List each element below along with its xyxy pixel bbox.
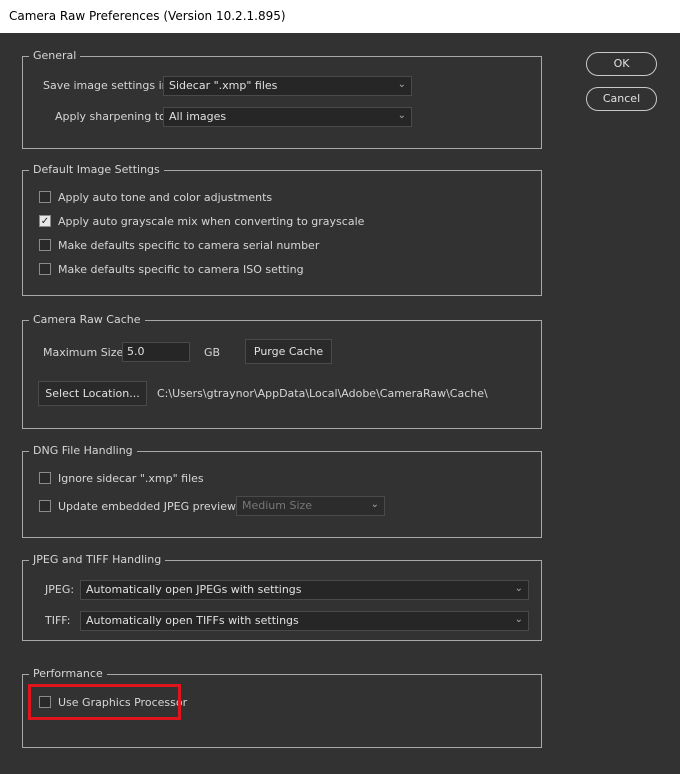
group-title: Default Image Settings [29, 163, 164, 176]
chevron-down-icon: ⌄ [514, 583, 523, 594]
group-title: Camera Raw Cache [29, 313, 145, 326]
select-value: Automatically open TIFFs with settings [86, 614, 299, 627]
ok-button[interactable]: OK [586, 52, 657, 76]
chevron-down-icon: ⌄ [397, 79, 406, 90]
auto-grayscale-checkbox[interactable]: ✓ [39, 215, 51, 227]
max-size-label: Maximum Size: [43, 346, 127, 359]
select-value: Sidecar ".xmp" files [169, 79, 278, 92]
checkbox-label: Apply auto grayscale mix when converting… [58, 215, 365, 228]
purge-cache-button[interactable]: Purge Cache [245, 339, 332, 364]
select-value: All images [169, 110, 227, 123]
dng-file-handling-group: DNG File Handling Ignore sidecar ".xmp" … [22, 444, 542, 538]
ignore-sidecar-checkbox[interactable] [39, 472, 51, 484]
select-value: Medium Size [242, 499, 313, 512]
jpeg-select[interactable]: Automatically open JPEGs with settings ⌄ [80, 580, 529, 600]
highlight-box [28, 684, 181, 720]
auto-tone-checkbox[interactable] [39, 191, 51, 203]
title-bar: Camera Raw Preferences (Version 10.2.1.8… [0, 0, 680, 33]
checkbox-label: Apply auto tone and color adjustments [58, 191, 273, 204]
chevron-down-icon: ⌄ [514, 614, 523, 625]
group-title: JPEG and TIFF Handling [29, 553, 166, 566]
cancel-button[interactable]: Cancel [586, 87, 657, 111]
camera-raw-cache-group: Camera Raw Cache Maximum Size: 5.0 GB Pu… [22, 313, 542, 429]
select-value: Automatically open JPEGs with settings [86, 583, 302, 596]
unit-label: GB [204, 346, 221, 359]
cache-path: C:\Users\gtraynor\AppData\Local\Adobe\Ca… [157, 387, 488, 400]
select-location-button[interactable]: Select Location... [38, 381, 147, 406]
general-group: General Save image settings in: Sidecar … [22, 49, 542, 149]
chevron-down-icon: ⌄ [370, 499, 379, 510]
checkbox-label: Update embedded JPEG previews: [58, 500, 246, 513]
checkbox-label: Ignore sidecar ".xmp" files [58, 472, 204, 485]
group-title: General [29, 49, 81, 62]
window-title: Camera Raw Preferences (Version 10.2.1.8… [9, 9, 286, 23]
jpeg-label: JPEG: [45, 583, 75, 596]
checkbox-label: Make defaults specific to camera ISO set… [58, 263, 304, 276]
save-settings-select[interactable]: Sidecar ".xmp" files ⌄ [163, 76, 412, 96]
chevron-down-icon: ⌄ [397, 110, 406, 121]
jpeg-tiff-handling-group: JPEG and TIFF Handling JPEG: Automatical… [22, 553, 542, 641]
group-title: Performance [29, 667, 107, 680]
tiff-label: TIFF: [45, 614, 71, 627]
sharpening-select[interactable]: All images ⌄ [163, 107, 412, 127]
default-image-settings-group: Default Image Settings Apply auto tone a… [22, 163, 542, 296]
update-previews-checkbox[interactable] [39, 500, 51, 512]
max-size-input[interactable]: 5.0 [122, 342, 190, 362]
group-title: DNG File Handling [29, 444, 137, 457]
checkbox-label: Make defaults specific to camera serial … [58, 239, 320, 252]
serial-number-checkbox[interactable] [39, 239, 51, 251]
sharpening-label: Apply sharpening to: [55, 110, 170, 123]
save-settings-label: Save image settings in: [43, 79, 173, 92]
preview-size-select[interactable]: Medium Size ⌄ [236, 496, 385, 516]
iso-setting-checkbox[interactable] [39, 263, 51, 275]
tiff-select[interactable]: Automatically open TIFFs with settings ⌄ [80, 611, 529, 631]
